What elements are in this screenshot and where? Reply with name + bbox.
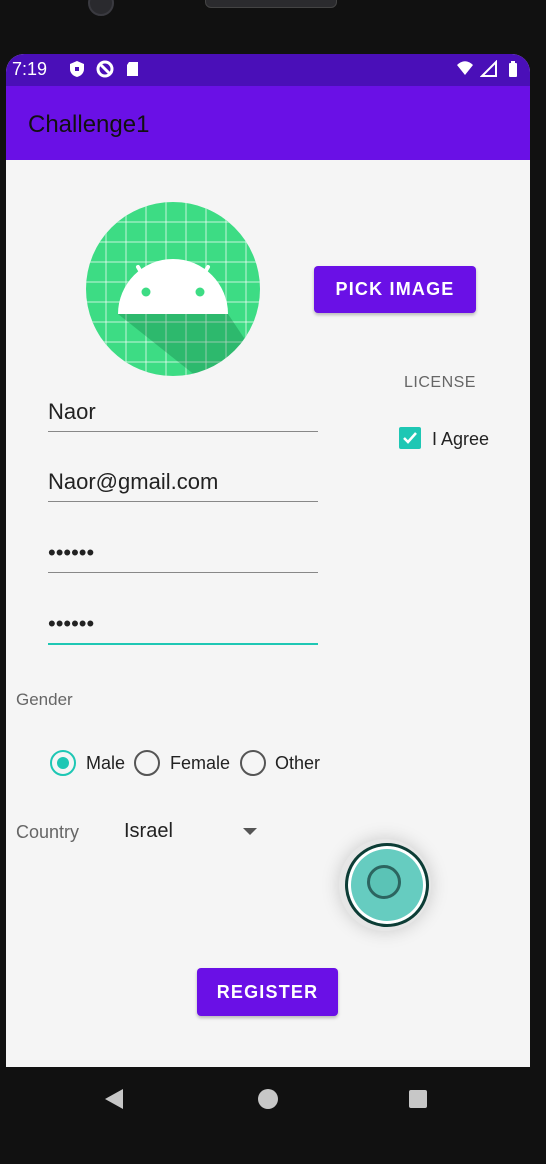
radio-other[interactable] <box>240 750 266 776</box>
wifi-icon <box>457 61 473 75</box>
do-not-disturb-icon <box>96 60 114 78</box>
sd-card-icon <box>127 62 138 76</box>
radio-female-label[interactable]: Female <box>170 753 230 774</box>
android-logo-icon[interactable] <box>86 202 260 376</box>
radio-male-label[interactable]: Male <box>86 753 125 774</box>
device-bezel-top <box>0 0 546 54</box>
shield-icon <box>70 61 84 77</box>
name-value: Naor <box>48 399 96 424</box>
register-button[interactable]: REGISTER <box>197 968 338 1016</box>
country-label: Country <box>16 822 80 842</box>
email-value: Naor@gmail.com <box>48 469 219 494</box>
country-spinner-value[interactable]: Israel <box>124 820 173 843</box>
battery-icon <box>509 61 517 77</box>
earpiece-speaker <box>205 0 337 8</box>
license-label: LICENSE <box>404 374 476 391</box>
back-icon[interactable] <box>105 1089 123 1109</box>
app-bar: Challenge1 <box>6 86 530 160</box>
confirm-password-value: •••••• <box>48 611 95 636</box>
checkmark-icon <box>403 432 417 444</box>
confirm-password-field[interactable]: •••••• <box>48 609 318 645</box>
password-field[interactable]: •••••• <box>48 538 318 573</box>
agree-checkbox[interactable] <box>399 427 421 449</box>
system-nav-bar <box>0 1067 546 1164</box>
password-value: •••••• <box>48 540 95 565</box>
app-screen: 7:19 Challenge1 PICK IMAGE LICENSE I Agr… <box>6 54 530 1067</box>
gender-label: Gender <box>16 690 73 709</box>
front-camera <box>88 0 114 16</box>
radio-male[interactable] <box>50 750 76 776</box>
recents-icon[interactable] <box>409 1090 427 1108</box>
signal-icon <box>480 60 497 77</box>
status-bar: 7:19 <box>6 54 530 86</box>
touch-indicator-dot <box>367 865 401 899</box>
email-field[interactable]: Naor@gmail.com <box>48 467 318 502</box>
radio-female[interactable] <box>134 750 160 776</box>
radio-other-label[interactable]: Other <box>275 753 320 774</box>
app-title: Challenge1 <box>28 111 150 138</box>
pick-image-button[interactable]: PICK IMAGE <box>314 266 476 313</box>
status-time: 7:19 <box>12 59 48 79</box>
dropdown-arrow-icon[interactable] <box>243 828 257 835</box>
agree-label[interactable]: I Agree <box>432 429 489 450</box>
touch-indicator <box>345 843 429 927</box>
home-icon[interactable] <box>258 1089 278 1109</box>
name-field[interactable]: Naor <box>48 397 318 432</box>
